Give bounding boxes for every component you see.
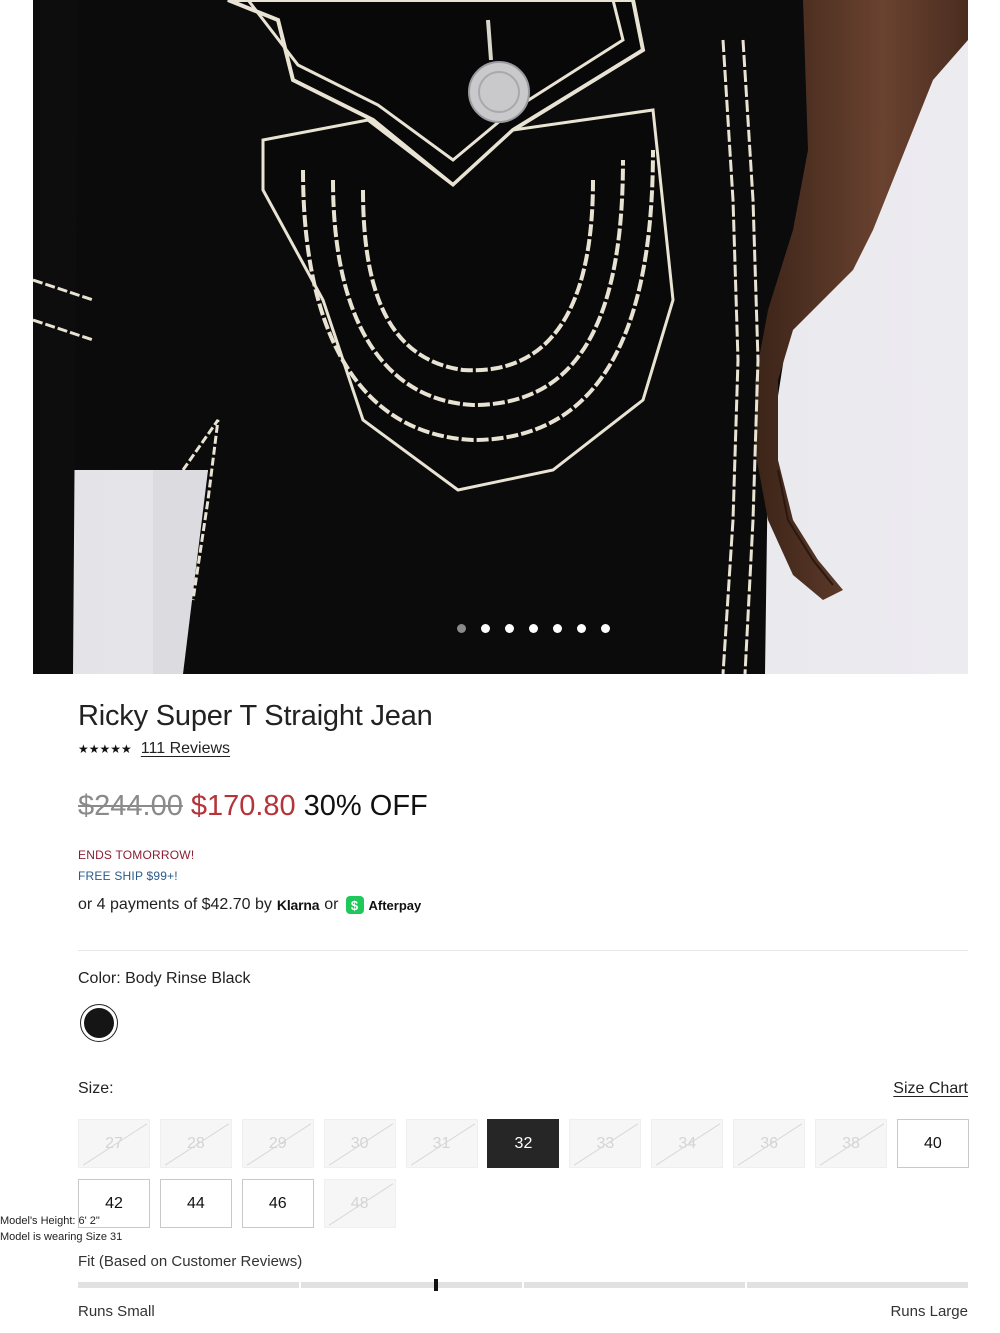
size-selector: 27 28 29 30 31 32 33 34 36 38 40 42 44 46 48 [78,1119,969,1228]
size-option-48: 48 [323,1179,396,1228]
size-option-32[interactable]: 32 [487,1119,560,1168]
afterpay-icon: $ [345,896,364,914]
size-option-40[interactable]: 40 [896,1119,969,1168]
size-option-34: 34 [651,1119,724,1168]
color-label: Color: Body Rinse Black [78,970,251,987]
installment-payments: or 4 payments of $42.70 by Klarna or $ A… [78,896,421,914]
size-option-44[interactable]: 44 [159,1179,232,1228]
model-size: Model is wearing Size 31 [0,1231,123,1243]
size-option-28: 28 [159,1119,232,1168]
original-price: $244.00 [78,790,183,822]
carousel-dot-5[interactable] [553,624,562,633]
section-divider [78,950,968,951]
fit-segment [78,1282,299,1288]
fit-marker [434,1279,438,1291]
size-option-33: 33 [569,1119,642,1168]
carousel-dots [33,624,968,633]
afterpay-logo[interactable]: Afterpay [369,898,422,913]
discount-badge: 30% OFF [303,790,428,822]
klarna-logo[interactable]: Klarna [277,897,320,913]
installment-text: or 4 payments of $42.70 by [78,896,272,913]
size-option-36: 36 [733,1119,806,1168]
size-option-38: 38 [815,1119,888,1168]
size-option-31: 31 [405,1119,478,1168]
size-option-46[interactable]: 46 [241,1179,314,1228]
carousel-dot-1[interactable] [457,624,466,633]
fit-runs-large: Runs Large [890,1303,968,1320]
size-label: Size: [78,1080,114,1097]
size-option-30: 30 [323,1119,396,1168]
carousel-dot-4[interactable] [529,624,538,633]
size-option-27: 27 [78,1119,150,1168]
installment-or: or [324,896,339,913]
product-image[interactable] [33,0,968,674]
fit-segment [747,1282,968,1288]
jeans-back-pocket-illustration [33,0,968,674]
carousel-dot-7[interactable] [601,624,610,633]
size-chart-link[interactable]: Size Chart [893,1080,968,1098]
price-row: $244.00 $170.80 30% OFF [78,790,428,823]
swatch-fill [84,1008,114,1038]
carousel-dot-2[interactable] [481,624,490,633]
product-title: Ricky Super T Straight Jean [78,700,433,732]
fit-segment [524,1282,745,1288]
fit-segment [301,1282,522,1288]
size-option-29: 29 [241,1119,314,1168]
reviews-link[interactable]: 111 Reviews [141,740,230,758]
fit-label: Fit (Based on Customer Reviews) [78,1253,303,1270]
carousel-dot-6[interactable] [577,624,586,633]
color-swatch-body-rinse-black[interactable] [80,1004,118,1042]
model-height: Model's Height: 6' 2" [0,1215,100,1227]
fit-scale [78,1282,968,1288]
rating-row: ★★★★★ 111 Reviews [78,740,230,758]
fit-runs-small: Runs Small [78,1303,155,1320]
star-rating-icon: ★★★★★ [78,742,132,756]
carousel-dot-3[interactable] [505,624,514,633]
sale-price: $170.80 [190,790,296,822]
promo-ship-text: FREE SHIP $99+! [78,869,178,883]
promo-ends-text: ENDS TOMORROW! [78,848,195,862]
